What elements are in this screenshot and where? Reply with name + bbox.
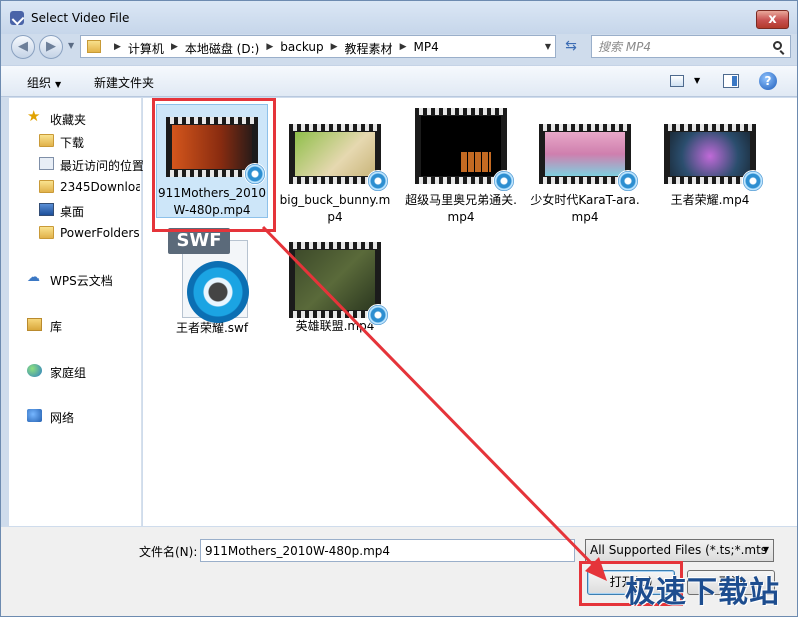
- video-thumbnail: [289, 124, 389, 192]
- new-folder-button[interactable]: 新建文件夹: [94, 74, 154, 91]
- folder-icon: [39, 134, 54, 147]
- file-item[interactable]: 少女时代KaraT-ara.mp4: [529, 104, 641, 226]
- file-item[interactable]: 王者荣耀.mp4: [654, 104, 766, 209]
- sidebar-item-label: 库: [50, 320, 63, 334]
- chevron-right-icon[interactable]: ▶: [164, 40, 185, 57]
- chevron-right-icon[interactable]: ▶: [324, 40, 345, 57]
- disc-icon: [187, 261, 249, 323]
- preview-pane-icon[interactable]: [723, 74, 739, 88]
- video-player-icon: [367, 304, 389, 326]
- video-player-icon: [493, 170, 515, 192]
- breadcrumb-item[interactable]: MP4: [413, 40, 438, 57]
- sidebar-item-label: 下载: [60, 136, 85, 150]
- navigation-pane: ★ 收藏夹 下载 最近访问的位置 2345Downloads 桌面 PowerF…: [9, 98, 144, 526]
- sidebar-item-library[interactable]: 库: [9, 315, 140, 335]
- chevron-right-icon[interactable]: ▶: [393, 40, 414, 57]
- file-item[interactable]: SWF 王者荣耀.swf: [156, 228, 268, 337]
- filename-label: 文件名(N):: [139, 545, 198, 559]
- sidebar-item-desktop[interactable]: 桌面: [9, 200, 140, 220]
- video-thumbnail: [289, 242, 389, 326]
- sidebar-item-downloads[interactable]: 下载: [9, 131, 140, 151]
- sidebar-item-label: 最近访问的位置: [60, 159, 145, 173]
- organize-menu[interactable]: 组织 ▼: [27, 74, 61, 91]
- address-bar[interactable]: ▶ 计算机 ▶ 本地磁盘 (D:) ▶ backup ▶ 教程素材 ▶ MP4 …: [80, 35, 556, 58]
- search-input[interactable]: [598, 39, 766, 55]
- toolbar: 组织 ▼ 新建文件夹 ▼ ?: [1, 65, 797, 97]
- file-name: big_buck_bunny.mp4: [279, 193, 391, 224]
- sidebar-item-wps-cloud[interactable]: ☁ WPS云文档: [9, 269, 140, 289]
- library-icon: [27, 318, 42, 331]
- video-player-icon: [617, 170, 639, 192]
- watermark-text: 极速下载站: [625, 575, 780, 610]
- recent-places-icon: [39, 157, 54, 170]
- file-dialog: Select Video File x ◀ ▶ ▼ ▶ 计算机 ▶ 本地磁盘 (…: [0, 0, 798, 617]
- recent-locations-dropdown-icon[interactable]: ▼: [68, 41, 74, 50]
- sidebar-item-favorites[interactable]: ★ 收藏夹: [9, 107, 140, 128]
- chevron-down-icon[interactable]: ▼: [694, 76, 700, 85]
- breadcrumb: ▶ 计算机 ▶ 本地磁盘 (D:) ▶ backup ▶ 教程素材 ▶ MP4: [107, 40, 439, 57]
- close-button[interactable]: x: [756, 10, 789, 29]
- search-box[interactable]: [591, 35, 791, 58]
- file-name: 超级马里奥兄弟通关.mp4: [405, 193, 517, 224]
- filename-input[interactable]: [200, 539, 575, 562]
- desktop-icon: [39, 203, 54, 216]
- folder-icon: [87, 40, 101, 53]
- forward-button[interactable]: ▶: [39, 35, 63, 59]
- refresh-button[interactable]: ⇆: [561, 36, 581, 57]
- search-icon[interactable]: [773, 41, 782, 50]
- file-type-value: All Supported Files (*.ts;*.mts: [590, 543, 768, 557]
- sidebar-item-label: 2345Downloads: [60, 180, 140, 194]
- organize-label: 组织: [27, 76, 52, 90]
- video-thumbnail: [415, 108, 515, 192]
- video-player-icon: [742, 170, 764, 192]
- file-item[interactable]: 超级马里奥兄弟通关.mp4: [405, 104, 517, 226]
- sidebar-item-label: 家庭组: [50, 366, 87, 380]
- sidebar-item-recent[interactable]: 最近访问的位置: [9, 154, 144, 174]
- selected-file-highlight: [152, 98, 276, 232]
- video-thumbnail: [664, 124, 764, 192]
- back-arrow-icon: ◀: [18, 39, 28, 54]
- sidebar-item-label: WPS云文档: [50, 274, 113, 288]
- chevron-down-icon: ▼: [762, 545, 769, 554]
- chevron-down-icon[interactable]: ▼: [545, 42, 551, 51]
- sidebar-item-2345downloads[interactable]: 2345Downloads: [9, 177, 140, 197]
- video-player-icon: [367, 170, 389, 192]
- file-item[interactable]: big_buck_bunny.mp4: [279, 104, 391, 226]
- breadcrumb-item[interactable]: backup: [280, 40, 323, 57]
- breadcrumb-item[interactable]: 本地磁盘 (D:): [185, 40, 259, 57]
- app-icon: [10, 11, 24, 25]
- folder-icon: [39, 180, 54, 193]
- folder-icon: [39, 226, 54, 239]
- file-type-select[interactable]: All Supported Files (*.ts;*.mts ▼: [585, 539, 774, 562]
- sidebar-item-label: 收藏夹: [50, 113, 87, 127]
- swf-thumbnail: SWF: [168, 228, 256, 323]
- chevron-right-icon[interactable]: ▶: [259, 40, 280, 57]
- sidebar-item-label: PowerFolders: [60, 226, 140, 240]
- sidebar-item-homegroup[interactable]: 家庭组: [9, 361, 140, 381]
- help-icon[interactable]: ?: [759, 72, 777, 90]
- file-name: 王者荣耀.mp4: [670, 193, 750, 207]
- file-name: 少女时代KaraT-ara.mp4: [530, 193, 640, 224]
- sidebar-item-label: 桌面: [60, 205, 85, 219]
- sidebar-item-label: 网络: [50, 411, 75, 425]
- star-icon: ★: [27, 107, 41, 125]
- homegroup-icon: [27, 364, 42, 377]
- title-bar: Select Video File x: [1, 1, 797, 34]
- chevron-right-icon[interactable]: ▶: [107, 40, 128, 57]
- file-item[interactable]: 英雄联盟.mp4: [279, 228, 391, 335]
- breadcrumb-item[interactable]: 教程素材: [345, 40, 393, 57]
- video-thumbnail: [539, 124, 639, 192]
- chevron-down-icon: ▼: [55, 80, 62, 89]
- forward-arrow-icon: ▶: [46, 39, 56, 54]
- window-title: Select Video File: [31, 11, 130, 25]
- refresh-icon: ⇆: [565, 38, 577, 54]
- sidebar-item-powerfolders[interactable]: PowerFolders: [9, 223, 140, 243]
- network-icon: [27, 409, 42, 422]
- sidebar-item-network[interactable]: 网络: [9, 406, 140, 426]
- breadcrumb-item[interactable]: 计算机: [128, 40, 164, 57]
- back-button[interactable]: ◀: [11, 35, 35, 59]
- view-options-icon[interactable]: [670, 75, 684, 87]
- cloud-icon: ☁: [27, 270, 40, 285]
